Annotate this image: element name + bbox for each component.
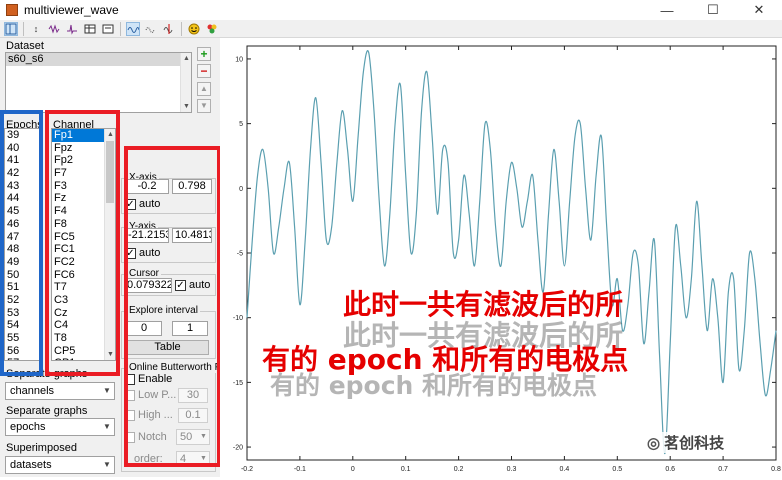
- x-tick-label: 0.4: [560, 466, 570, 473]
- waveform-plot[interactable]: -0.2 -0.1 0 0.1 0.2 0.3 0.4 0.5 0.6 0.7 0.8 10 5 0 -5 -…: [220, 38, 782, 477]
- y-tick-label: -10: [233, 315, 243, 322]
- arrow-updown-icon[interactable]: ↕: [29, 22, 43, 36]
- toolbar-separator: [120, 21, 121, 36]
- x-tick-label: 0.8: [771, 466, 781, 473]
- waveform-chart[interactable]: -0.2 -0.1 0 0.1 0.2 0.3 0.4 0.5 0.6 0.7 0.8 10 5 0 -5 -…: [220, 38, 782, 477]
- superimposed-label: Superimposed: [6, 442, 77, 454]
- dataset-list[interactable]: s60_s6 ▲ ▼: [5, 52, 192, 113]
- x-tick-label: 0.1: [401, 466, 411, 473]
- x-tick-label: 0: [351, 466, 355, 473]
- wave-dotted-icon[interactable]: [144, 22, 158, 36]
- controls-highlight-box: [124, 146, 221, 467]
- caption-line1: 此时一共有滤波后的所: [343, 288, 624, 321]
- move-down-icon[interactable]: ▼: [197, 99, 211, 113]
- superimposed-value: datasets: [10, 459, 52, 471]
- separate-graphs-select-1[interactable]: channels ▼: [5, 382, 115, 400]
- smiley-icon[interactable]: [187, 22, 201, 36]
- chevron-down-icon: ▼: [103, 422, 111, 431]
- y-tick-label: 10: [235, 56, 243, 63]
- dataset-item[interactable]: s60_s6: [6, 53, 191, 66]
- x-tick-label: 0.2: [454, 466, 464, 473]
- close-button[interactable]: ✕: [736, 0, 782, 20]
- x-tick-label: 0.5: [612, 466, 622, 473]
- channel-highlight-box: [45, 110, 120, 376]
- caption-line2: 有的 epoch 和所有的电极点: [262, 343, 629, 376]
- dataset-scrollbar[interactable]: ▲ ▼: [180, 53, 191, 112]
- separate-graphs-select-2[interactable]: epochs ▼: [5, 418, 115, 436]
- watermark: ◎ 茗创科技: [647, 432, 725, 453]
- chevron-down-icon: ▼: [103, 460, 111, 469]
- title-bar: multiviewer_wave — ☐ ✕: [0, 0, 782, 20]
- epochs-highlight-box: [0, 110, 43, 376]
- toolbar: ↕: [0, 20, 782, 38]
- channel-wave-icon[interactable]: [47, 22, 61, 36]
- y-tick-label: 5: [239, 121, 243, 128]
- palette-icon[interactable]: [205, 22, 219, 36]
- app-icon: [6, 4, 18, 16]
- x-tick-label: 0.6: [665, 466, 675, 473]
- panel-icon[interactable]: [4, 21, 18, 36]
- separate-graphs-label-2: Separate graphs: [6, 405, 88, 417]
- move-up-icon[interactable]: ▲: [197, 82, 211, 96]
- table-icon[interactable]: [83, 22, 97, 36]
- dataset-label: Dataset: [6, 40, 44, 52]
- minimize-button[interactable]: —: [644, 0, 690, 20]
- sep2-value: epochs: [10, 421, 46, 433]
- chevron-down-icon: ▼: [103, 386, 111, 395]
- watermark-text: 茗创科技: [664, 435, 725, 452]
- maximize-button[interactable]: ☐: [690, 0, 736, 20]
- channel-spike-icon[interactable]: [65, 22, 79, 36]
- window-title: multiviewer_wave: [24, 3, 119, 17]
- wave-active-icon[interactable]: [126, 21, 140, 36]
- add-dataset-button[interactable]: +: [197, 47, 211, 61]
- sep1-value: channels: [10, 385, 55, 397]
- scroll-up-icon[interactable]: ▲: [181, 53, 191, 64]
- x-tick-label: 0.7: [718, 466, 728, 473]
- y-tick-label: 0: [239, 186, 243, 193]
- y-tick-label: -5: [237, 251, 243, 258]
- form-icon[interactable]: [101, 22, 115, 36]
- x-tick-label: 0.3: [507, 466, 517, 473]
- y-tick-label: -15: [233, 380, 243, 387]
- wave-marker-icon[interactable]: [162, 22, 176, 36]
- wechat-icon: ◎: [647, 434, 661, 452]
- x-tick-label: -0.1: [294, 466, 306, 473]
- scroll-down-icon[interactable]: ▼: [181, 101, 191, 112]
- y-tick-label: -20: [233, 445, 243, 452]
- superimposed-select[interactable]: datasets ▼: [5, 456, 115, 474]
- x-tick-label: -0.2: [241, 466, 253, 473]
- toolbar-separator: [181, 21, 182, 36]
- remove-dataset-button[interactable]: −: [197, 64, 211, 78]
- toolbar-separator: [23, 21, 24, 36]
